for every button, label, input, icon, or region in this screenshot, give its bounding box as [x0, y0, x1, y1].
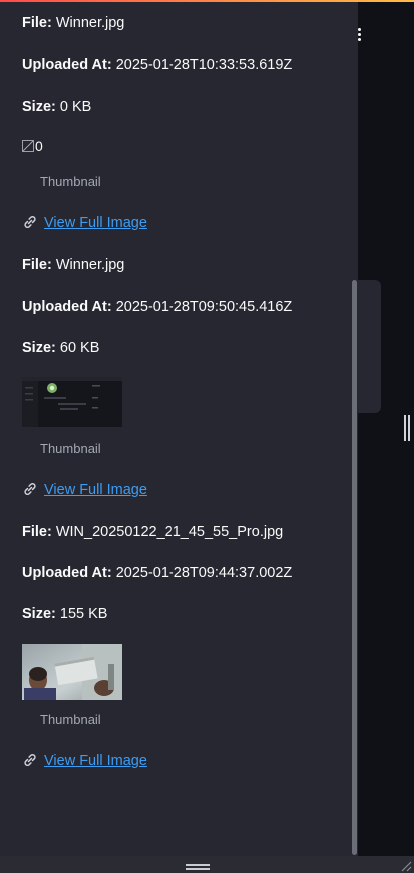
uploaded-at-row: Uploaded At: 2025-01-28T09:50:45.416Z: [22, 298, 292, 316]
thumbnail-image: [22, 377, 122, 427]
thumbnail-alt-text: 0: [35, 138, 43, 154]
broken-image-icon: [22, 140, 34, 152]
thumbnail-photo-preview: [22, 644, 122, 700]
view-full-image-link[interactable]: View Full Image: [22, 214, 147, 232]
sidebar: File: Winner.jpg Uploaded At: 2025-01-28…: [0, 2, 358, 856]
thumbnail-caption: Thumbnail: [40, 174, 101, 189]
uploaded-at-row: Uploaded At: 2025-01-28T09:44:37.002Z: [22, 564, 292, 582]
uploaded-value: 2025-01-28T09:50:45.416Z: [115, 299, 293, 315]
kebab-menu-icon[interactable]: [356, 26, 364, 44]
uploaded-label: Uploaded At:: [22, 57, 112, 73]
file-name-row: File: Winner.jpg: [22, 256, 124, 274]
link-icon: [24, 216, 36, 228]
view-full-image-label[interactable]: View Full Image: [44, 215, 147, 231]
file-value: Winner.jpg: [55, 15, 125, 31]
view-full-image-link[interactable]: View Full Image: [22, 752, 147, 770]
thumbnail-screenshot-preview: [22, 377, 122, 427]
size-label: Size:: [22, 606, 56, 622]
file-label: File:: [22, 257, 52, 273]
thumbnail-caption: Thumbnail: [40, 441, 101, 456]
thumbnail-image-broken: 0: [22, 138, 62, 158]
view-full-image-link[interactable]: View Full Image: [22, 481, 147, 499]
view-full-image-label[interactable]: View Full Image: [44, 482, 147, 498]
uploaded-label: Uploaded At:: [22, 299, 112, 315]
size-row: Size: 60 KB: [22, 339, 99, 357]
thumbnail-image: [22, 644, 122, 700]
size-label: Size:: [22, 340, 56, 356]
size-row: Size: 0 KB: [22, 98, 91, 116]
file-name-row: File: WIN_20250122_21_45_55_Pro.jpg: [22, 523, 283, 541]
size-value: 60 KB: [59, 340, 100, 356]
sidebar-scrollbar-thumb[interactable]: [352, 280, 357, 855]
view-full-image-label[interactable]: View Full Image: [44, 753, 147, 769]
file-value: WIN_20250122_21_45_55_Pro.jpg: [55, 524, 284, 540]
uploaded-value: 2025-01-28T09:44:37.002Z: [115, 565, 293, 581]
panel-resize-handle-icon[interactable]: [186, 864, 210, 872]
size-row: Size: 155 KB: [22, 605, 107, 623]
uploaded-value: 2025-01-28T10:33:53.619Z: [115, 57, 293, 73]
link-icon: [24, 483, 36, 495]
file-value: Winner.jpg: [55, 257, 125, 273]
file-name-row: File: Winner.jpg: [22, 14, 124, 32]
resize-grip-icon[interactable]: [404, 415, 412, 441]
main-scrollbar-thumb[interactable]: [358, 280, 381, 413]
file-label: File:: [22, 15, 52, 31]
size-value: 155 KB: [59, 606, 108, 622]
size-value: 0 KB: [59, 99, 92, 115]
thumbnail-caption: Thumbnail: [40, 712, 101, 727]
corner-resize-icon[interactable]: [398, 858, 412, 872]
uploaded-label: Uploaded At:: [22, 565, 112, 581]
size-label: Size:: [22, 99, 56, 115]
file-label: File:: [22, 524, 52, 540]
link-icon: [24, 754, 36, 766]
uploaded-at-row: Uploaded At: 2025-01-28T10:33:53.619Z: [22, 56, 292, 74]
